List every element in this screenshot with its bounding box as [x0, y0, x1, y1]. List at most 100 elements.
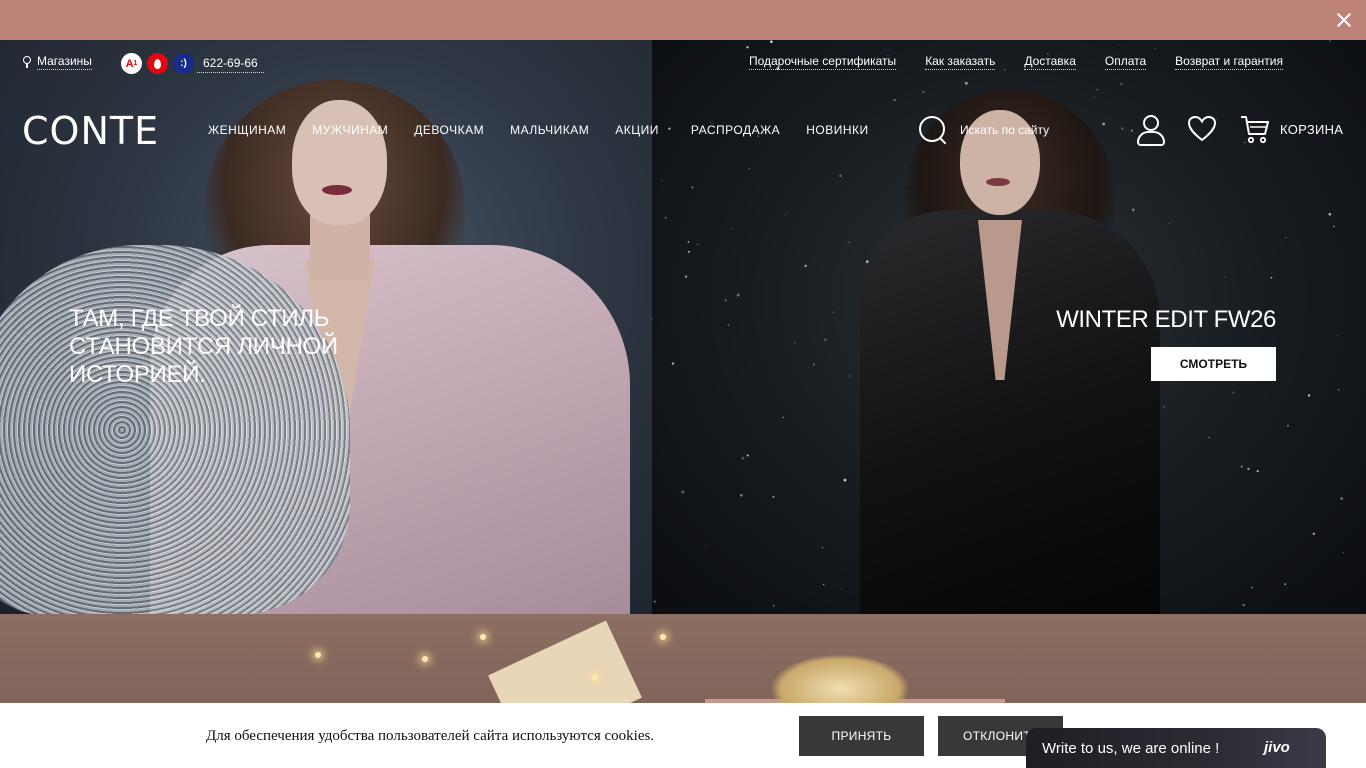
star-dot: [746, 46, 749, 49]
star-dot: [661, 180, 663, 182]
star-dot: [1093, 96, 1095, 98]
star-dot: [1307, 394, 1311, 397]
star-dot: [736, 293, 740, 297]
star-dot: [1132, 208, 1135, 212]
star-dot: [1208, 437, 1210, 439]
star-dot: [681, 490, 685, 494]
star-dot: [671, 362, 675, 365]
star-dot: [1333, 225, 1335, 228]
star-dot: [746, 454, 749, 457]
star-dot: [748, 167, 750, 170]
user-icon[interactable]: [1136, 114, 1165, 146]
star-dot: [1337, 388, 1340, 391]
nav-women[interactable]: ЖЕНЩИНАМ: [208, 123, 286, 137]
sparkle: [315, 652, 321, 658]
how-to-order-link[interactable]: Как заказать: [925, 54, 996, 70]
jivo-logo: jivo: [1264, 739, 1290, 756]
model-right-lips: [986, 178, 1010, 186]
search-icon[interactable]: [918, 115, 948, 145]
model-left-lips: [322, 185, 352, 195]
star-dot: [1336, 334, 1338, 336]
star-dot: [727, 324, 730, 326]
star-dot: [1169, 223, 1171, 225]
star-dot: [1340, 497, 1344, 500]
star-dot: [697, 243, 699, 245]
star-dot: [1130, 129, 1133, 132]
search-input[interactable]: [960, 123, 1080, 137]
star-dot: [1328, 212, 1332, 216]
cookie-accept-button[interactable]: ПРИНЯТЬ: [799, 716, 924, 756]
star-dot: [1256, 470, 1259, 473]
star-dot: [770, 40, 773, 44]
nav-girls[interactable]: ДЕВОЧКАМ: [414, 123, 484, 137]
sparkle: [422, 656, 428, 662]
stores-link[interactable]: Магазины: [23, 54, 92, 70]
star-dot: [824, 338, 827, 341]
delivery-link[interactable]: Доставка: [1024, 54, 1076, 70]
star-dot: [1096, 88, 1099, 91]
life-operator-icon: :): [173, 53, 194, 74]
cookie-text: Для обеспечения удобства пользователей с…: [206, 728, 655, 744]
star-dot: [794, 342, 796, 344]
star-dot: [1102, 122, 1106, 126]
stores-link-label: Магазины: [37, 54, 92, 70]
star-dot: [804, 264, 807, 268]
hero-title: ТАМ, ГДЕ ТВОЙ СТИЛЬ СТАНОВИТСЯ ЛИЧНОЙ ИС…: [69, 305, 369, 389]
returns-link[interactable]: Возврат и гарантия: [1175, 54, 1283, 70]
star-dot: [1251, 586, 1253, 589]
star-dot: [1312, 532, 1316, 536]
star-dot: [664, 216, 667, 219]
cart-button[interactable]: КОРЗИНА: [1240, 114, 1343, 144]
star-dot: [843, 478, 847, 482]
sparkle: [660, 634, 666, 640]
star-dot: [782, 416, 784, 419]
star-dot: [964, 81, 968, 85]
star-dot: [1154, 47, 1156, 49]
phone-link[interactable]: 622-69-66: [197, 56, 264, 73]
star-dot: [893, 98, 896, 102]
utility-links: Подарочные сертификаты Как заказать Дост…: [748, 54, 1283, 70]
star-dot: [812, 363, 815, 366]
star-dot: [1121, 127, 1124, 130]
mts-operator-icon: [147, 53, 168, 74]
promo-bar: [0, 0, 1366, 40]
cart-label: КОРЗИНА: [1280, 121, 1344, 137]
nav-boys[interactable]: МАЛЬЧИКАМ: [510, 123, 589, 137]
star-dot: [724, 299, 727, 302]
star-dot: [848, 241, 850, 244]
star-dot: [1284, 583, 1287, 585]
nav-sale[interactable]: РАСПРОДАЖА: [691, 123, 780, 137]
star-dot: [653, 600, 656, 603]
chat-widget-text: Write to us, we are online !: [1042, 740, 1220, 757]
star-dot: [652, 318, 653, 321]
star-dot: [1247, 467, 1250, 471]
hero-title-line: СТАНОВИТСЯ ЛИЧНОЙ: [69, 333, 338, 360]
star-dot: [772, 604, 775, 607]
logo[interactable]: CONTE: [22, 109, 159, 153]
star-dot: [1329, 40, 1332, 42]
hero-title-line: ИСТОРИЕЙ.: [69, 361, 206, 388]
nav-new[interactable]: НОВИНКИ: [806, 123, 868, 137]
main-nav: ЖЕНЩИНАМ МУЖЧИНАМ ДЕВОЧКАМ МАЛЬЧИКАМ АКЦ…: [208, 123, 895, 137]
star-dot: [821, 546, 824, 549]
watch-button[interactable]: СМОТРЕТЬ: [1151, 347, 1276, 381]
chat-widget[interactable]: Write to us, we are online ! jivo: [1026, 728, 1326, 768]
star-dot: [739, 493, 743, 497]
gift-certificates-link[interactable]: Подарочные сертификаты: [748, 54, 897, 70]
star-dot: [687, 241, 690, 243]
star-dot: [684, 275, 688, 278]
star-dot: [841, 588, 843, 590]
star-dot: [687, 250, 690, 253]
cart-icon: [1241, 116, 1269, 144]
star-dot: [731, 227, 734, 229]
close-icon[interactable]: [1334, 10, 1354, 30]
nav-men[interactable]: МУЖЧИНАМ: [312, 123, 388, 137]
star-dot: [1342, 552, 1344, 554]
payment-link[interactable]: Оплата: [1104, 54, 1147, 70]
star-dot: [1240, 465, 1243, 468]
star-dot: [832, 311, 834, 313]
star-dot: [741, 456, 745, 460]
heart-icon[interactable]: [1187, 114, 1217, 144]
star-dot: [706, 545, 708, 547]
nav-promotions[interactable]: АКЦИИ: [615, 123, 659, 137]
